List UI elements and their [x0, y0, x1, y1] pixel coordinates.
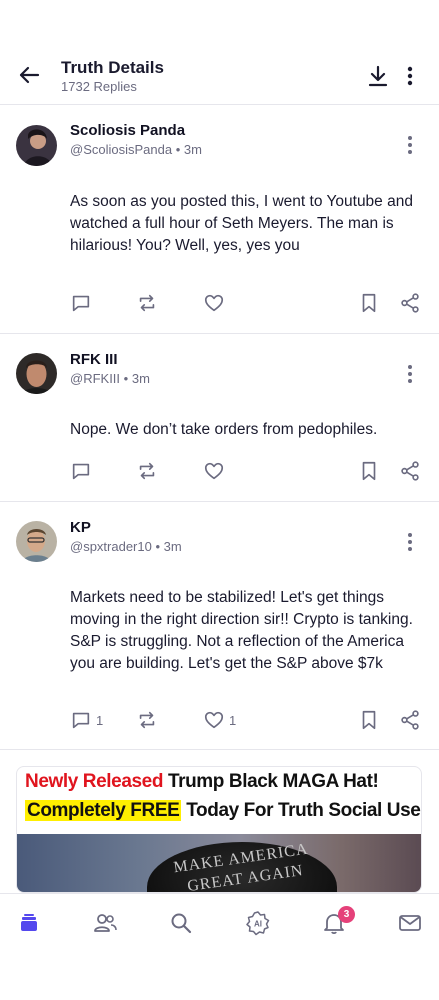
arrow-left-icon[interactable]: [14, 60, 44, 90]
separator-dot: •: [123, 371, 129, 386]
author-name[interactable]: RFK III: [70, 351, 118, 368]
like-button[interactable]: [203, 291, 229, 315]
separator-dot: •: [175, 142, 181, 157]
ad-headline-black: Trump Black MAGA Hat!: [167, 771, 379, 792]
post-time: 3m: [131, 371, 150, 386]
comment-icon: [72, 463, 90, 480]
author-name[interactable]: KP: [70, 519, 91, 536]
ad-highlight: Completely FREE: [25, 800, 182, 821]
bottom-tab-bar: AI: [0, 893, 439, 953]
post-item[interactable]: KP @spxtrader10 • 3m Markets need to be …: [0, 502, 439, 750]
top-header: Truth Details 1732 Replies: [0, 0, 439, 105]
share-icon: [401, 461, 419, 481]
retruth-button[interactable]: [136, 291, 158, 315]
post-actions: 1 1: [0, 708, 439, 734]
author-handle[interactable]: @ScoliosisPanda • 3m: [70, 142, 202, 157]
handle-text: @RFKIII: [70, 371, 121, 386]
svg-text:AI: AI: [254, 920, 262, 929]
separator-dot: •: [155, 539, 161, 554]
home-icon[interactable]: [16, 910, 42, 936]
repost-icon: [139, 294, 155, 312]
bookmark-icon: [362, 710, 376, 730]
share-button[interactable]: [399, 291, 421, 315]
post-actions: [0, 291, 439, 317]
repost-icon: [139, 711, 155, 729]
ad-headline-red: Newly Released: [25, 771, 164, 792]
avatar[interactable]: [16, 125, 57, 166]
bookmark-button[interactable]: [358, 459, 380, 483]
post-body: Nope. We don’t take orders from pedophil…: [70, 421, 378, 438]
post-body: Markets need to be stabilized! Let's get…: [70, 589, 413, 672]
bookmark-icon: [362, 293, 376, 313]
post-body: As soon as you posted this, I went to Yo…: [70, 193, 413, 254]
more-vertical-icon[interactable]: [400, 64, 420, 88]
author-handle[interactable]: @spxtrader10 • 3m: [70, 539, 182, 554]
bookmark-icon: [362, 461, 376, 481]
search-icon[interactable]: [168, 910, 194, 936]
bookmark-button[interactable]: [358, 708, 380, 732]
bookmark-button[interactable]: [358, 291, 380, 315]
share-icon: [401, 293, 419, 313]
reply-count: 1: [96, 712, 104, 728]
download-icon[interactable]: [366, 64, 390, 88]
ad-headline: Newly Released Trump Black MAGA Hat!: [25, 771, 379, 793]
post-item[interactable]: RFK III @RFKIII • 3m Nope. We don’t take…: [0, 334, 439, 502]
share-button[interactable]: [399, 459, 421, 483]
like-count: 1: [229, 712, 237, 728]
share-button[interactable]: [399, 708, 421, 732]
page-title: Truth Details: [61, 58, 164, 77]
post-time: 3m: [183, 142, 202, 157]
notification-badge: 3: [338, 906, 355, 923]
like-button[interactable]: 1: [203, 708, 236, 732]
heart-icon: [204, 462, 224, 480]
avatar[interactable]: [16, 353, 57, 394]
more-vertical-icon[interactable]: [401, 133, 419, 157]
comment-icon: [72, 712, 90, 729]
ad-image: MAKE AMERICA GREAT AGAIN: [17, 834, 421, 892]
retruth-button[interactable]: [136, 459, 158, 483]
reply-button[interactable]: 1: [70, 708, 103, 732]
avatar[interactable]: [16, 521, 57, 562]
author-handle[interactable]: @RFKIII • 3m: [70, 371, 150, 386]
reply-count: 1732 Replies: [61, 79, 137, 94]
ai-icon[interactable]: AI: [245, 910, 271, 936]
post-actions: [0, 459, 439, 485]
heart-icon: [204, 711, 224, 729]
retruth-button[interactable]: [136, 708, 158, 732]
post-time: 3m: [163, 539, 182, 554]
groups-icon[interactable]: [92, 910, 118, 936]
post-item[interactable]: Scoliosis Panda @ScoliosisPanda • 3m As …: [0, 105, 439, 334]
handle-text: @spxtrader10: [70, 539, 152, 554]
reply-button[interactable]: [70, 459, 96, 483]
repost-icon: [139, 462, 155, 480]
more-vertical-icon[interactable]: [401, 362, 419, 386]
ad-banner[interactable]: Newly Released Trump Black MAGA Hat! Com…: [16, 766, 422, 893]
messages-icon[interactable]: [397, 910, 423, 936]
author-name[interactable]: Scoliosis Panda: [70, 122, 185, 139]
ad-subheadline: Completely FREE Today For Truth Social U…: [25, 800, 422, 822]
more-vertical-icon[interactable]: [401, 530, 419, 554]
share-icon: [401, 710, 419, 730]
handle-text: @ScoliosisPanda: [70, 142, 173, 157]
heart-icon: [204, 294, 224, 312]
reply-button[interactable]: [70, 291, 96, 315]
comment-icon: [72, 295, 90, 312]
like-button[interactable]: [203, 459, 229, 483]
ad-subheadline-text: Today For Truth Social Users!: [186, 800, 422, 821]
